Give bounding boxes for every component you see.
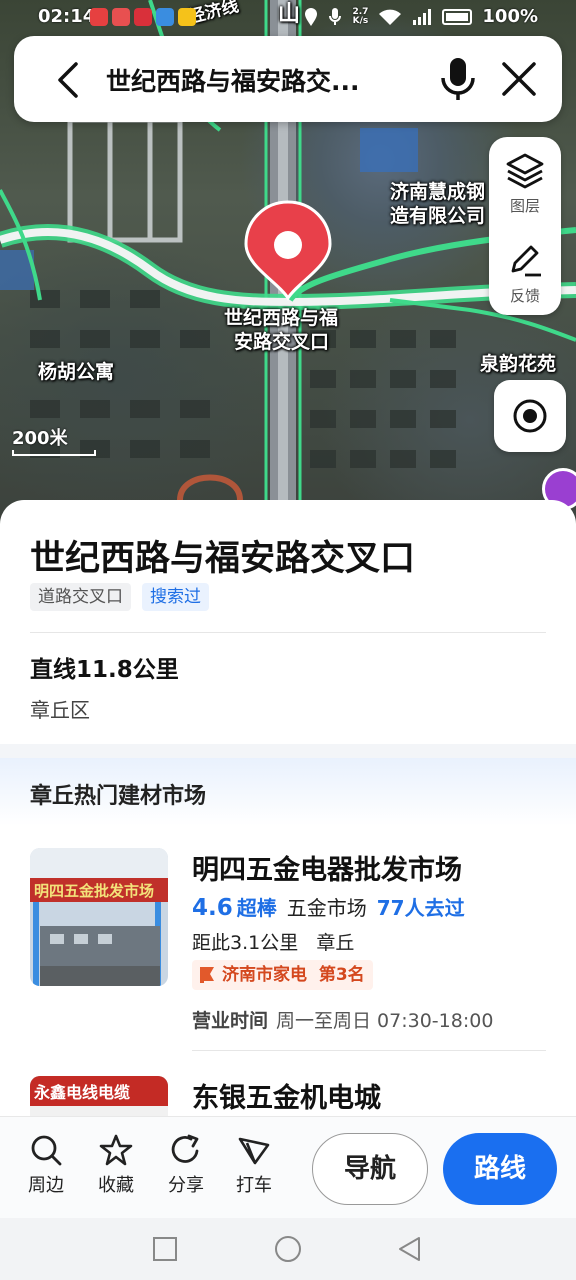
wifi-icon: [379, 9, 402, 25]
taxi-button[interactable]: 打车: [226, 1133, 282, 1197]
bottom-action-bar: 周边 收藏 分享 打车 导航 路线: [0, 1116, 576, 1218]
poi-meta: 4.6 超棒 五金市场 77人去过: [192, 892, 465, 921]
route-button[interactable]: 路线: [443, 1133, 557, 1205]
place-detail-panel: 世纪西路与福安路交叉口 道路交叉口 搜索过 直线11.8公里 章丘区 章丘热门建…: [0, 500, 576, 1120]
status-time: 02:14: [38, 6, 96, 27]
place-title: 世纪西路与福安路交叉口: [30, 539, 416, 579]
status-right: 2.7 K/s 100%: [304, 6, 538, 27]
network-speed: 2.7 K/s: [352, 7, 369, 26]
poi-rating: 4.6: [192, 895, 233, 921]
status-app-icons: [90, 8, 196, 26]
poi-rank-badge[interactable]: 济南市家电 第3名: [192, 960, 373, 990]
back-icon[interactable]: [397, 1236, 423, 1262]
home-icon[interactable]: [274, 1235, 302, 1263]
poi-image-sign: 永鑫电线电缆: [33, 1083, 130, 1102]
layers-icon: [506, 153, 544, 189]
poi-name[interactable]: 东银五金机电城: [192, 1076, 381, 1115]
microphone-icon[interactable]: [438, 56, 478, 102]
search-icon: [31, 1135, 62, 1166]
close-icon[interactable]: [498, 58, 540, 100]
district: 章丘区: [30, 698, 90, 722]
poi-image[interactable]: 永鑫电线电缆: [30, 1076, 168, 1120]
poi-visited: 77人去过: [376, 896, 465, 920]
poi-hours-label: 营业时间: [192, 1010, 269, 1032]
app-notification-icon: [90, 8, 108, 26]
poi-card[interactable]: 明四五金批发市场 明四五金电器批发市场 4.6 超棒 五金市场 77人去过 距此…: [0, 848, 576, 1078]
app-notification-icon: [134, 8, 152, 26]
poi-category: 五金市场: [286, 896, 367, 920]
section-gap: [0, 744, 576, 758]
layers-button[interactable]: 图层: [489, 151, 561, 216]
mic-status-icon: [329, 7, 342, 25]
taxi-icon: [238, 1137, 270, 1165]
poi-area: 章丘: [316, 932, 355, 954]
divider: [30, 632, 546, 633]
layers-label: 图层: [509, 197, 540, 215]
poi-distance-line: 距此3.1公里 章丘: [192, 928, 354, 955]
back-arrow-icon[interactable]: [50, 60, 90, 100]
pencil-icon: [511, 245, 541, 277]
signal-icon: [413, 8, 432, 25]
poi-rating-word: 超棒: [236, 896, 277, 920]
poi-rank-position: 第3名: [318, 965, 365, 985]
favorite-label: 收藏: [98, 1175, 134, 1196]
favorite-button[interactable]: 收藏: [88, 1133, 144, 1197]
app-notification-icon: [178, 8, 196, 26]
apartment-label: 杨胡公寓: [38, 361, 115, 383]
share-button[interactable]: 分享: [158, 1133, 214, 1197]
battery-level: 100%: [482, 6, 538, 27]
company-label-line2: 造有限公司: [390, 205, 486, 227]
poi-distance: 距此3.1公里: [192, 932, 299, 954]
company-label-line1: 济南慧成钢: [390, 181, 486, 203]
straight-distance: 直线11.8公里: [30, 657, 179, 683]
searched-tag: 搜索过: [142, 583, 209, 611]
marker-label-line2: 安路交叉口: [234, 331, 330, 353]
search-bar[interactable]: 世纪西路与福安路交...: [14, 36, 562, 122]
garden-label: 泉韵花苑: [480, 353, 557, 375]
poi-hours-value: 周一至周日 07:30-18:00: [276, 1010, 494, 1032]
speed-unit: K/s: [352, 15, 369, 26]
poi-image-sign: 明四五金批发市场: [34, 882, 154, 900]
system-nav-bar: [0, 1218, 576, 1280]
app-notification-icon: [112, 8, 130, 26]
feedback-label: 反馈: [509, 287, 540, 305]
share-icon: [171, 1134, 199, 1163]
scale-label: 200米: [12, 428, 68, 449]
status-bar: 02:14 2.7 K/s 100%: [0, 0, 576, 36]
rank-flag-icon: [200, 967, 214, 983]
place-type-tag: 道路交叉口: [30, 583, 131, 611]
scale-bar: [12, 450, 96, 456]
nearby-button[interactable]: 周边: [18, 1133, 74, 1197]
search-query[interactable]: 世纪西路与福安路交...: [106, 62, 406, 98]
poi-card[interactable]: 永鑫电线电缆 东银五金机电城: [0, 1076, 576, 1120]
poi-image[interactable]: 明四五金批发市场: [30, 848, 168, 986]
star-icon: [99, 1134, 133, 1166]
feedback-button[interactable]: 反馈: [489, 241, 561, 306]
locate-icon: [513, 399, 547, 433]
navigate-button[interactable]: 导航: [312, 1133, 428, 1205]
recent-apps-icon[interactable]: [152, 1236, 178, 1262]
poi-name[interactable]: 明四五金电器批发市场: [192, 848, 462, 887]
taxi-label: 打车: [236, 1175, 272, 1196]
battery-icon: [442, 8, 473, 25]
nearby-label: 周边: [28, 1175, 64, 1196]
poi-rank-region: 济南市家电: [222, 965, 307, 985]
app-notification-icon: [156, 8, 174, 26]
locate-me-button[interactable]: [494, 380, 566, 452]
section-title: 章丘热门建材市场: [30, 784, 207, 809]
poi-hours: 营业时间 周一至周日 07:30-18:00: [192, 1006, 493, 1033]
location-status-icon: [305, 7, 318, 26]
divider: [192, 1050, 546, 1051]
map-tool-panel: 图层 反馈: [489, 137, 561, 315]
share-label: 分享: [168, 1175, 204, 1196]
marker-label-line1: 世纪西路与福: [224, 307, 339, 329]
